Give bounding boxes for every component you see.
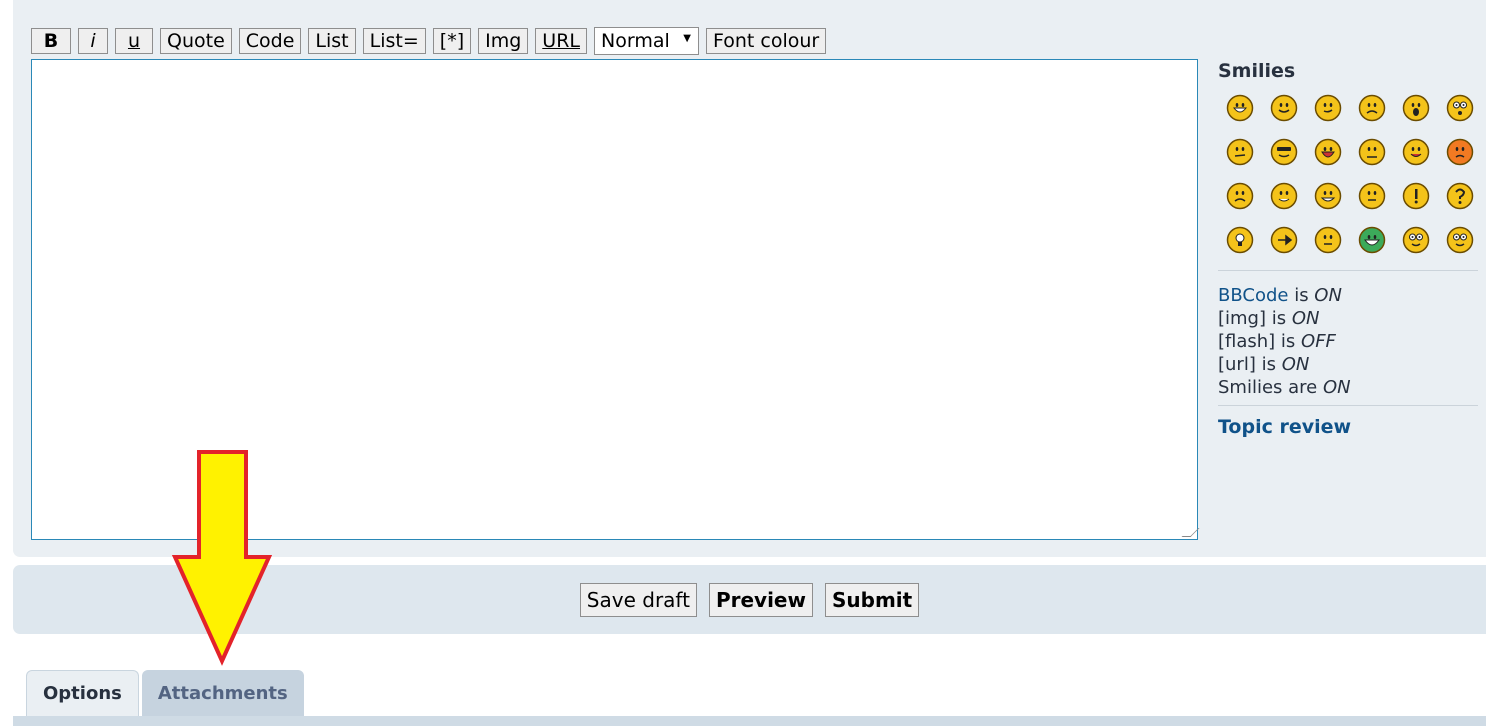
quote-button[interactable]: Quote [160,28,232,54]
lol-smiley-icon [1314,138,1342,166]
arrow-smiley-icon [1270,226,1298,254]
url-status: [url] is ON [1218,353,1478,376]
code-button[interactable]: Code [238,28,302,54]
bbcode-toolbar: B i u Quote Code List List= [*] Img URL … [31,27,833,55]
smiley-confused[interactable] [1218,130,1262,174]
resize-handle-icon[interactable] [1181,528,1200,537]
mrgreen-smiley-icon [1358,226,1386,254]
shock-smiley-icon [1402,94,1430,122]
smiley-smile[interactable] [1262,86,1306,130]
font-size-select[interactable]: Normal ▼ [594,27,699,55]
smiley-lol[interactable] [1306,130,1350,174]
mad-smiley-icon [1358,138,1386,166]
bold-button[interactable]: B [31,28,71,54]
eek-smiley-icon [1446,94,1474,122]
underline-button[interactable]: u [115,28,153,54]
flash-label: [flash] is [1218,331,1302,352]
smiley-exclaim[interactable] [1394,174,1438,218]
smiley-arrow[interactable] [1262,218,1306,262]
bbcode-status: BBCode is ON [1218,284,1478,307]
bbcode-state: ON [1314,285,1342,306]
evil-smiley-icon [1270,182,1298,210]
dropdown-arrow-icon: ▼ [683,33,691,44]
posting-status: BBCode is ON [img] is ON [flash] is OFF … [1218,284,1478,399]
img-button[interactable]: Img [478,28,529,54]
smiley-shock[interactable] [1394,86,1438,130]
font-size-value: Normal [601,30,670,52]
smilies-grid [1218,86,1478,262]
smiley-roll[interactable] [1350,174,1394,218]
smiley-sad[interactable] [1350,86,1394,130]
font-colour-button[interactable]: Font colour [706,28,827,54]
flash-status: [flash] is OFF [1218,330,1478,353]
list-button[interactable]: List [308,28,356,54]
img-status: [img] is ON [1218,307,1478,330]
posting-tabs: Options Attachments [26,670,307,716]
smiley-question[interactable] [1438,174,1482,218]
url-state: ON [1281,354,1310,375]
smilies-status: Smilies are ON [1218,376,1478,399]
submit-button[interactable]: Submit [824,582,920,617]
img-label: [img] is [1218,308,1292,329]
idea-smiley-icon [1226,226,1254,254]
smiley-geek[interactable] [1394,218,1438,262]
divider [1218,270,1478,271]
tab-attachments[interactable]: Attachments [141,670,304,716]
smiley-mrgreen[interactable] [1350,218,1394,262]
bbcode-link[interactable]: BBCode [1218,285,1288,306]
smiley-wink[interactable] [1306,86,1350,130]
cry-smiley-icon [1226,182,1254,210]
angry-smiley-icon [1446,138,1474,166]
twisted-smiley-icon [1314,182,1342,210]
smiley-mad[interactable] [1350,130,1394,174]
roll-smiley-icon [1358,182,1386,210]
url-button[interactable]: URL [535,28,587,54]
smiley-neutral[interactable] [1306,218,1350,262]
smiley-evil[interactable] [1262,174,1306,218]
smiley-cool[interactable] [1262,130,1306,174]
confused-smiley-icon [1226,138,1254,166]
list-item-button[interactable]: [*] [432,28,472,54]
smiley-ugeek[interactable] [1438,218,1482,262]
smiley-cry[interactable] [1218,174,1262,218]
smiley-eek[interactable] [1438,86,1482,130]
italic-button[interactable]: i [78,28,108,54]
cool-smiley-icon [1270,138,1298,166]
smilies-label: Smilies are [1218,377,1323,398]
smiley-angry[interactable] [1438,130,1482,174]
img-state: ON [1291,308,1320,329]
topic-review-link[interactable]: Topic review [1218,416,1478,438]
geek-smiley-icon [1402,226,1430,254]
preview-button[interactable]: Preview [708,582,813,617]
razz-smiley-icon [1402,138,1430,166]
smile-smiley-icon [1270,94,1298,122]
ugeek-smiley-icon [1446,226,1474,254]
tab-options[interactable]: Options [26,670,139,716]
save-draft-button[interactable]: Save draft [579,582,697,617]
smilies-heading: Smilies [1218,60,1296,82]
sad-smiley-icon [1358,94,1386,122]
smilies-state: ON [1322,377,1351,398]
exclaim-smiley-icon [1402,182,1430,210]
smilies-sidebar: Smilies BBCode is ON [img] is ON [flash]… [1218,58,1478,438]
smiley-razz[interactable] [1394,130,1438,174]
arrow-down-icon [171,450,273,666]
bbcode-is-label: is [1288,285,1315,306]
neutral-smiley-icon [1314,226,1342,254]
ordered-list-button[interactable]: List= [362,28,426,54]
grin-smiley-icon [1226,94,1254,122]
divider [1218,405,1478,406]
smiley-grin[interactable] [1218,86,1262,130]
smiley-idea[interactable] [1218,218,1262,262]
tabs-panel [13,716,1486,726]
smiley-twisted[interactable] [1306,174,1350,218]
url-label: [url] is [1218,354,1282,375]
flash-state: OFF [1301,331,1336,352]
wink-smiley-icon [1314,94,1342,122]
question-smiley-icon [1446,182,1474,210]
